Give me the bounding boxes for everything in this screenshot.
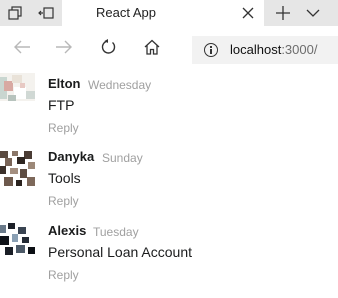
reply-link[interactable]: Reply [48, 194, 79, 208]
plus-icon [276, 6, 290, 20]
tabs-aside-button[interactable] [0, 0, 30, 26]
address-bar[interactable]: localhost:3000/ [192, 36, 338, 64]
active-tab[interactable]: React App [62, 0, 264, 26]
tabs-aside-icon [8, 6, 22, 20]
avatar [0, 223, 35, 258]
url-text: localhost:3000/ [230, 42, 317, 57]
forward-arrow-icon [55, 39, 73, 60]
refresh-icon [100, 39, 116, 60]
close-tab-icon[interactable] [238, 3, 258, 23]
url-host: localhost [230, 42, 282, 57]
reply-link[interactable]: Reply [48, 268, 79, 282]
comment-author[interactable]: Elton [48, 76, 81, 91]
new-tab-button[interactable] [268, 0, 298, 26]
home-icon [144, 39, 160, 60]
comment-author[interactable]: Danyka [48, 149, 94, 164]
browser-title-bar: React App [0, 0, 338, 26]
avatar [0, 151, 35, 186]
comment-text: Tools [48, 170, 81, 186]
back-button[interactable] [2, 26, 42, 73]
home-button[interactable] [132, 26, 172, 73]
set-aside-icon [38, 6, 54, 20]
comment-text: FTP [48, 97, 75, 113]
comment-date: Sunday [102, 151, 143, 165]
site-info-icon[interactable] [204, 43, 218, 57]
comment-date: Wednesday [88, 78, 152, 92]
comment-author[interactable]: Alexis [48, 223, 86, 238]
comment: Elton Wednesday FTP Reply [0, 73, 338, 141]
tab-list-button[interactable] [298, 0, 328, 26]
comment-text: Personal Loan Account [48, 244, 192, 260]
set-tabs-aside-button[interactable] [30, 0, 62, 26]
comment-date: Tuesday [93, 225, 139, 239]
refresh-button[interactable] [88, 26, 128, 73]
avatar [0, 73, 35, 108]
page-content: Elton Wednesday FTP Reply Danyka Sunday … [0, 73, 338, 298]
comment: Danyka Sunday Tools Reply [0, 141, 338, 215]
tab-title: React App [96, 5, 156, 20]
browser-navigation-bar: localhost:3000/ [0, 26, 338, 73]
reply-link[interactable]: Reply [48, 121, 79, 135]
url-path: :3000/ [281, 42, 318, 57]
comment: Alexis Tuesday Personal Loan Account Rep… [0, 215, 338, 289]
chevron-down-icon [306, 8, 320, 18]
back-arrow-icon [13, 39, 31, 60]
forward-button[interactable] [44, 26, 84, 73]
